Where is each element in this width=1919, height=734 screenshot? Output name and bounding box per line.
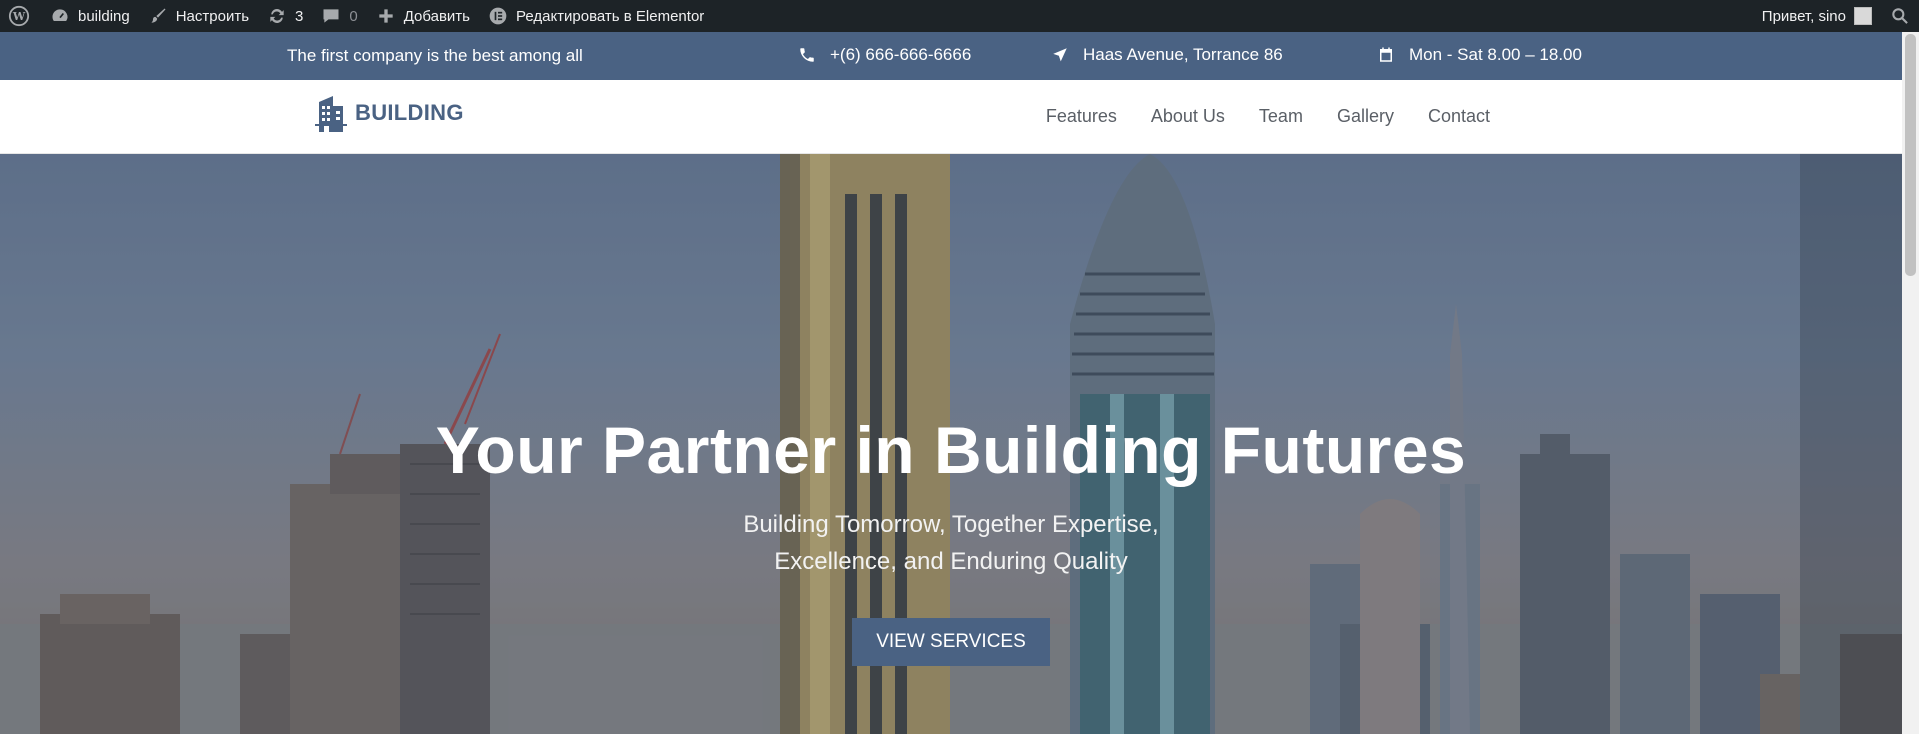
site-logo[interactable]: BUILDING [313,94,464,132]
add-new-menu[interactable]: Добавить [367,0,479,32]
scrollbar-thumb[interactable] [1905,34,1916,276]
greeting-label: Привет, sino [1761,7,1846,25]
phone-number: +(6) 666-666-6666 [830,45,972,64]
site-name-label: building [78,7,130,25]
hero-title: Your Partner in Building Futures [435,413,1467,487]
nav-contact[interactable]: Contact [1428,106,1490,127]
hours-text: Mon - Sat 8.00 – 18.00 [1409,45,1582,64]
edit-elementor-label: Редактировать в Elementor [516,7,705,25]
hero-subtitle-line-2: Excellence, and Enduring Quality [774,548,1128,575]
tagline: The first company is the best among all [287,46,583,65]
customize-link[interactable]: Настроить [139,0,258,32]
edit-elementor-link[interactable]: Редактировать в Elementor [479,0,713,32]
building-logo-icon [315,96,347,132]
calendar-icon [1380,47,1392,62]
dashboard-icon [52,9,68,21]
nav-about-us[interactable]: About Us [1151,106,1225,127]
site-name-menu[interactable]: building [41,0,139,32]
plus-icon [379,9,393,23]
updates-count: 3 [295,7,304,25]
search-icon [1892,8,1908,24]
updates-icon [270,8,284,24]
comments-link[interactable]: 0 [312,0,366,32]
add-new-label: Добавить [403,7,470,25]
wp-admin-bar: W building Настроить 3 0 Добавить Редакт… [0,0,1919,32]
hero-section: Your Partner in Building Futures Buildin… [0,154,1902,734]
wordpress-menu[interactable]: W [0,0,41,32]
nav-features[interactable]: Features [1046,106,1117,127]
nav-team[interactable]: Team [1259,106,1303,127]
address-info: Haas Avenue, Torrance 86 [1051,45,1283,65]
location-arrow-icon [1053,48,1067,62]
nav-gallery[interactable]: Gallery [1337,106,1394,127]
wordpress-icon: W [8,5,30,27]
address-text: Haas Avenue, Torrance 86 [1083,45,1283,64]
logo-text: BUILDING [355,100,464,125]
hours-info: Mon - Sat 8.00 – 18.00 [1377,45,1582,65]
comments-count: 0 [349,7,358,25]
admin-search-button[interactable] [1881,0,1919,32]
comment-icon [323,9,339,23]
hero-subtitle: Building Tomorrow, Together Expertise, E… [0,506,1902,580]
site-header: BUILDING Features About Us Team Gallery … [0,80,1902,154]
svg-text:W: W [12,10,26,23]
phone-icon [800,48,814,62]
updates-link[interactable]: 3 [258,0,312,32]
page-scrollbar[interactable] [1902,32,1919,734]
phone-info[interactable]: +(6) 666-666-6666 [798,45,971,65]
top-info-bar: The first company is the best among all … [0,32,1902,80]
account-menu[interactable]: Привет, sino [1753,0,1881,32]
view-services-button[interactable]: VIEW SERVICES [852,618,1050,666]
hero-subtitle-line-1: Building Tomorrow, Together Expertise, [743,511,1159,538]
main-nav: Features About Us Team Gallery Contact [1046,106,1490,127]
customize-label: Настроить [175,7,250,25]
brush-icon [151,8,166,23]
avatar [1854,7,1872,25]
elementor-icon [489,7,507,25]
